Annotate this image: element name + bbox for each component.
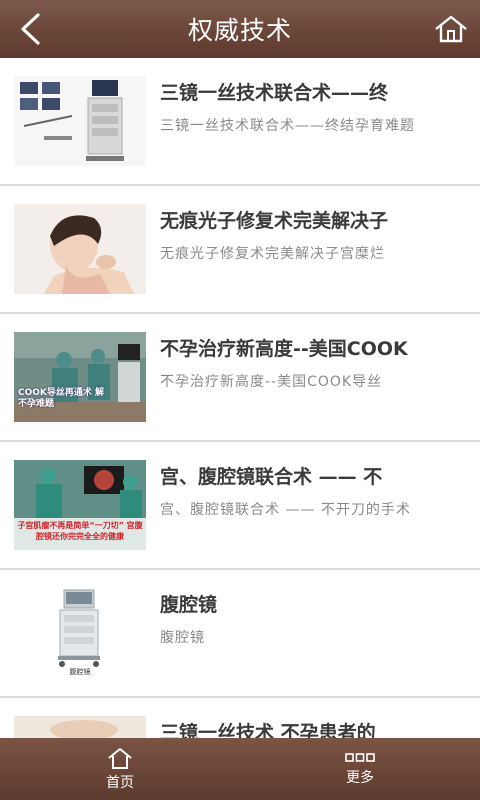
list-item[interactable]: 无痕光子修复术完美解决子 无痕光子修复术完美解决子宫糜烂 bbox=[0, 186, 480, 314]
list-item[interactable]: 腹腔镜 腹腔镜 腹腔镜 bbox=[0, 570, 480, 698]
tab-more[interactable]: 更多 bbox=[240, 738, 480, 800]
home-button[interactable] bbox=[432, 10, 470, 48]
article-list[interactable]: 三镜一丝技术联合术——终 三镜一丝技术联合术——终结孕育难题 无痕光子修复术完美… bbox=[0, 58, 480, 738]
page-title: 权威技术 bbox=[187, 16, 292, 45]
thumbnail-caption: COOK导丝再通术 解不孕难题 bbox=[18, 388, 105, 409]
article-title: 三镜一丝技术联合术——终 bbox=[160, 82, 389, 104]
chevron-left-icon bbox=[21, 13, 40, 45]
laparoscopy-surgery-image: 子宫肌瘤不再是简单“一刀切” 宫腹腔镜还你完完全全的健康 bbox=[14, 460, 146, 550]
article-title: 宫、腹腔镜联合术 —— 不 bbox=[160, 466, 383, 488]
home-icon bbox=[435, 15, 467, 43]
article-title: 腹腔镜 bbox=[160, 594, 218, 616]
thumbnail-caption: 子宫肌瘤不再是简单“一刀切” 宫腹腔镜还你完完全全的健康 bbox=[17, 521, 143, 541]
more-grid-icon bbox=[345, 753, 375, 762]
article-title: 无痕光子修复术完美解决子 bbox=[160, 210, 389, 232]
thumbnail-caption: 腹腔镜 bbox=[69, 668, 91, 676]
home-icon bbox=[108, 748, 132, 769]
endoscopy-equipment-image bbox=[14, 76, 146, 166]
tab-label: 更多 bbox=[346, 770, 374, 786]
article-description: 宫、腹腔镜联合术 —— 不开刀的手术 bbox=[160, 502, 411, 518]
article-description: 三镜一丝技术联合术——终结孕育难题 bbox=[160, 118, 415, 134]
article-title: 不孕治疗新高度--美国COOK bbox=[160, 338, 408, 360]
list-item[interactable]: COOK导丝再通术 解不孕难题 不孕治疗新高度--美国COOK 不孕治疗新高度-… bbox=[0, 314, 480, 442]
woman-portrait-image bbox=[14, 204, 146, 294]
list-item[interactable]: 三镜一丝技术 不孕患者的 bbox=[0, 698, 480, 738]
tab-home[interactable]: 首页 bbox=[0, 738, 240, 800]
surgery-room-image: COOK导丝再通术 解不孕难题 bbox=[14, 332, 146, 422]
list-item[interactable]: 子宫肌瘤不再是简单“一刀切” 宫腹腔镜还你完完全全的健康 宫、腹腔镜联合术 ——… bbox=[0, 442, 480, 570]
tab-label: 首页 bbox=[106, 775, 134, 791]
back-button[interactable] bbox=[12, 10, 48, 48]
article-description: 腹腔镜 bbox=[160, 630, 205, 646]
article-title: 三镜一丝技术 不孕患者的 bbox=[160, 722, 376, 738]
list-item[interactable]: 三镜一丝技术联合术——终 三镜一丝技术联合术——终结孕育难题 bbox=[0, 58, 480, 186]
partial-image bbox=[14, 716, 146, 738]
top-navigation-bar: 权威技术 bbox=[0, 0, 480, 58]
laparoscope-cart-image: 腹腔镜 bbox=[14, 588, 146, 678]
article-description: 无痕光子修复术完美解决子宫糜烂 bbox=[160, 246, 385, 262]
bottom-tab-bar: 首页 更多 bbox=[0, 738, 480, 800]
article-description: 不孕治疗新高度--美国COOK导丝 bbox=[160, 374, 383, 390]
